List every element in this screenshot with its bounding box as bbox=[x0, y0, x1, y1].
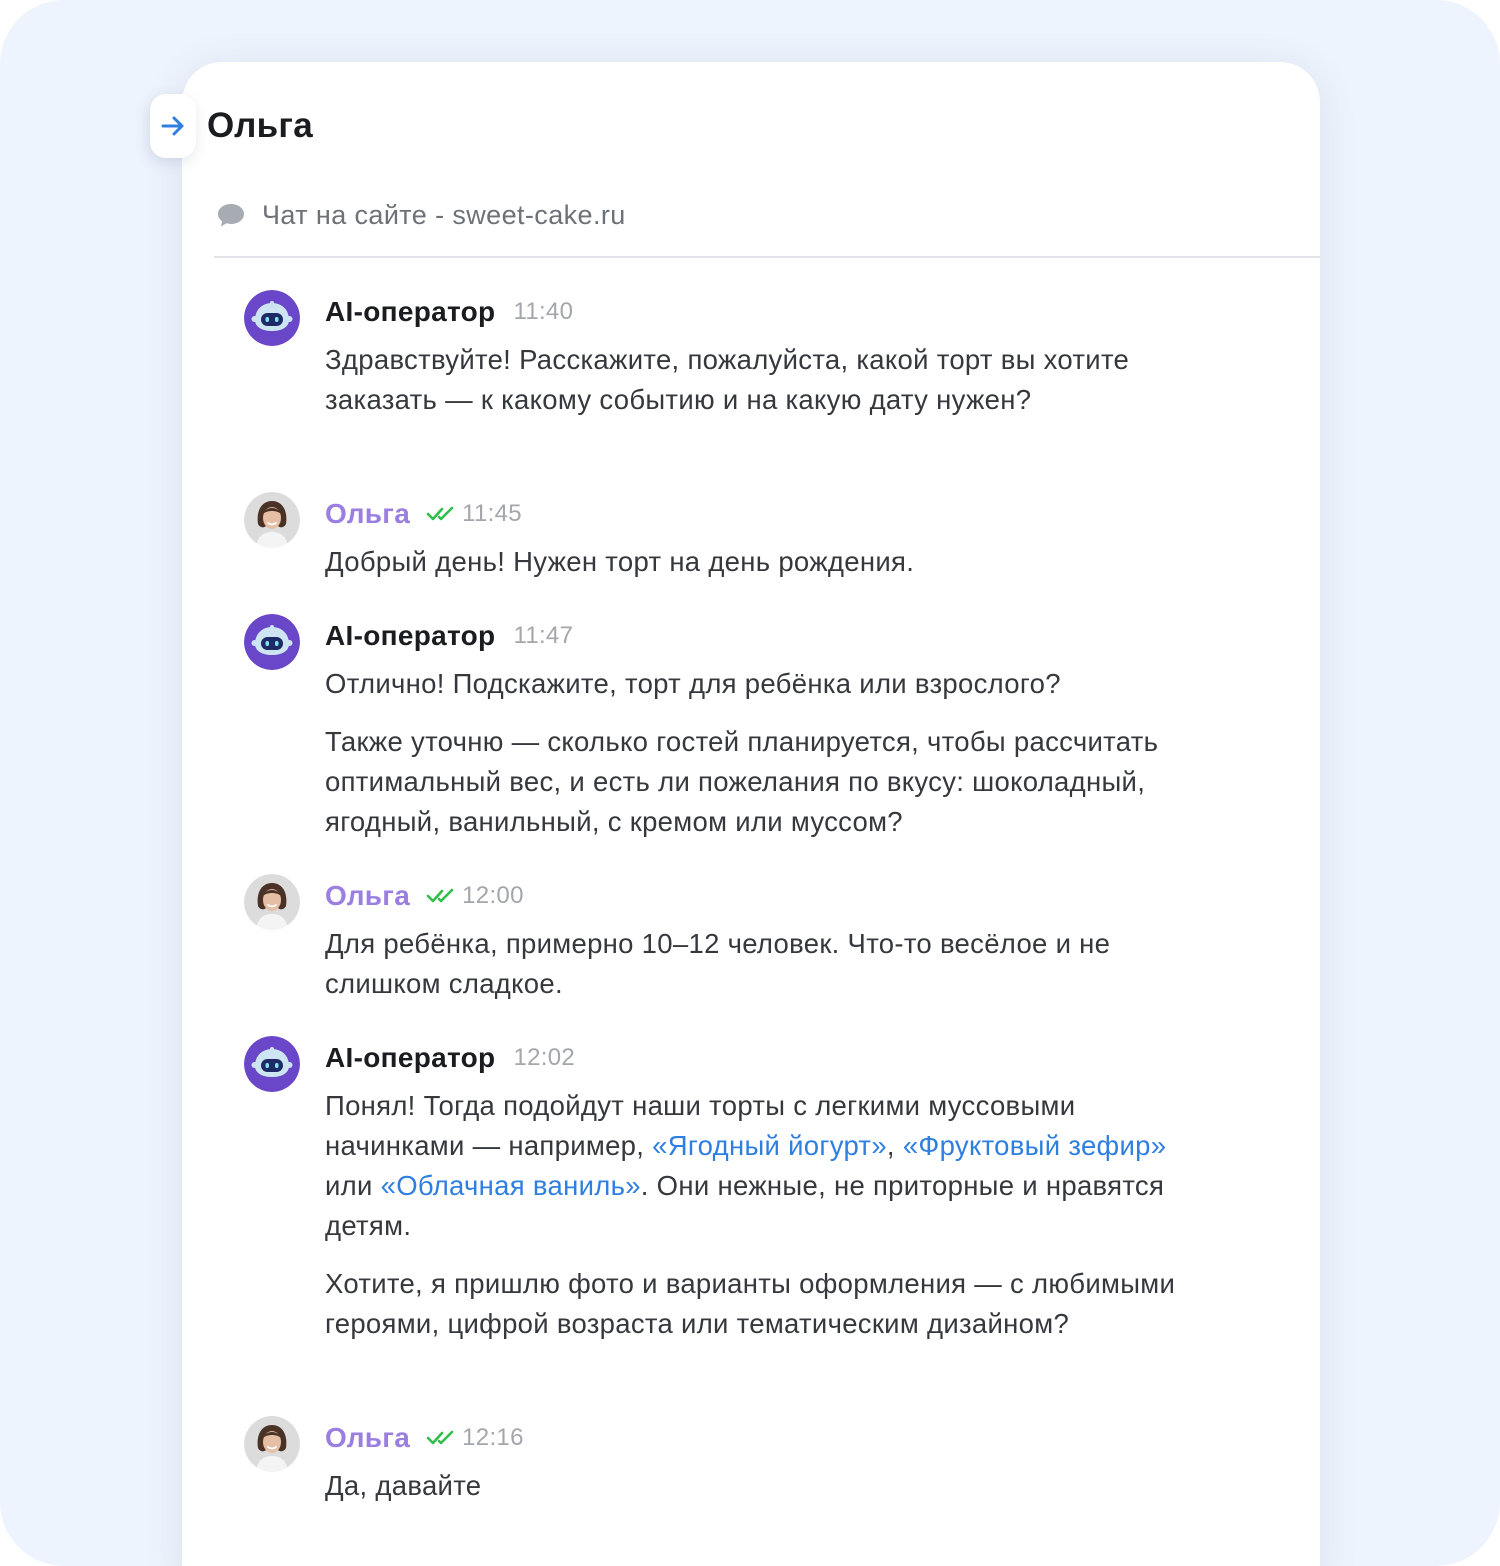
text-segment: Здравствуйте! Расскажите, пожалуйста, ка… bbox=[325, 344, 1130, 415]
contact-title: Ольга bbox=[207, 106, 314, 145]
page-background: Ольга Чат на сайте - sweet-cake.ru AI-оп… bbox=[0, 0, 1500, 1566]
message-text: Также уточню — сколько гостей планируетс… bbox=[325, 722, 1205, 842]
message-time: 12:00 bbox=[462, 882, 524, 909]
sender-name: Ольга bbox=[325, 498, 411, 529]
message-text: Для ребёнка, примерно 10–12 человек. Что… bbox=[325, 924, 1205, 1004]
double-check-icon bbox=[426, 1430, 454, 1445]
message-body: Отлично! Подскажите, торт для ребёнка ил… bbox=[325, 664, 1205, 842]
bot-avatar bbox=[244, 290, 300, 346]
product-link[interactable]: «Ягодный йогурт» bbox=[652, 1130, 887, 1161]
message-text: Добрый день! Нужен торт на день рождения… bbox=[325, 542, 1205, 582]
text-segment: Отлично! Подскажите, торт для ребёнка ил… bbox=[325, 668, 1061, 699]
message-header: Ольга 12:00 bbox=[325, 876, 524, 916]
sender-name: AI-оператор bbox=[325, 1042, 496, 1073]
text-segment: , bbox=[886, 1130, 903, 1161]
text-segment: Также уточню — сколько гостей планируетс… bbox=[325, 726, 1159, 837]
message-time: 12:16 bbox=[462, 1424, 524, 1451]
sender-name: AI-оператор bbox=[325, 296, 496, 327]
double-check-icon bbox=[426, 888, 454, 903]
message-body: Здравствуйте! Расскажите, пожалуйста, ка… bbox=[325, 340, 1205, 420]
user-avatar bbox=[244, 492, 300, 548]
message-header: Ольга 12:16 bbox=[325, 1418, 524, 1458]
header-divider bbox=[214, 256, 1320, 258]
message-body: Понял! Тогда подойдут наши торты с легки… bbox=[325, 1086, 1205, 1344]
message-body: Добрый день! Нужен торт на день рождения… bbox=[325, 542, 1205, 582]
message-header: Ольга 11:45 bbox=[325, 494, 522, 534]
text-segment: Добрый день! Нужен торт на день рождения… bbox=[325, 546, 915, 577]
message-text: Отлично! Подскажите, торт для ребёнка ил… bbox=[325, 664, 1205, 704]
message-header: AI-оператор 12:02 bbox=[325, 1038, 575, 1078]
product-link[interactable]: «Облачная ваниль» bbox=[381, 1170, 641, 1201]
text-segment: или bbox=[325, 1170, 381, 1201]
product-link[interactable]: «Фруктовый зефир» bbox=[903, 1130, 1167, 1161]
bot-avatar bbox=[244, 1036, 300, 1092]
sender-name: Ольга bbox=[325, 880, 411, 911]
bot-avatar bbox=[244, 614, 300, 670]
message-text: Понял! Тогда подойдут наши торты с легки… bbox=[325, 1086, 1205, 1246]
text-segment: Для ребёнка, примерно 10–12 человек. Что… bbox=[325, 928, 1111, 999]
text-segment: Да, давайте bbox=[325, 1470, 482, 1501]
message-text: Да, давайте bbox=[325, 1466, 1205, 1506]
user-avatar bbox=[244, 1416, 300, 1472]
message-time: 11:47 bbox=[513, 622, 574, 649]
text-segment: Хотите, я пришлю фото и варианты оформле… bbox=[325, 1268, 1176, 1339]
message-header: AI-оператор 11:40 bbox=[325, 292, 573, 332]
message-header: AI-оператор 11:47 bbox=[325, 616, 573, 656]
chat-bubble-icon bbox=[218, 204, 244, 227]
message-time: 12:02 bbox=[513, 1044, 576, 1071]
user-avatar bbox=[244, 874, 300, 930]
sender-name: AI-оператор bbox=[325, 620, 496, 651]
message-body: Да, давайте bbox=[325, 1466, 1205, 1506]
channel-info: Чат на сайте - sweet-cake.ru bbox=[216, 198, 626, 232]
message-time: 11:40 bbox=[513, 298, 574, 325]
message-body: Для ребёнка, примерно 10–12 человек. Что… bbox=[325, 924, 1205, 1004]
message-text: Хотите, я пришлю фото и варианты оформле… bbox=[325, 1264, 1205, 1344]
sender-name: Ольга bbox=[325, 1422, 411, 1453]
message-time: 11:45 bbox=[462, 500, 522, 527]
message-text: Здравствуйте! Расскажите, пожалуйста, ка… bbox=[325, 340, 1205, 420]
collapse-panel-button[interactable] bbox=[150, 94, 196, 158]
arrow-right-icon bbox=[161, 116, 184, 136]
channel-label: Чат на сайте - sweet-cake.ru bbox=[262, 199, 626, 230]
double-check-icon bbox=[426, 506, 454, 521]
